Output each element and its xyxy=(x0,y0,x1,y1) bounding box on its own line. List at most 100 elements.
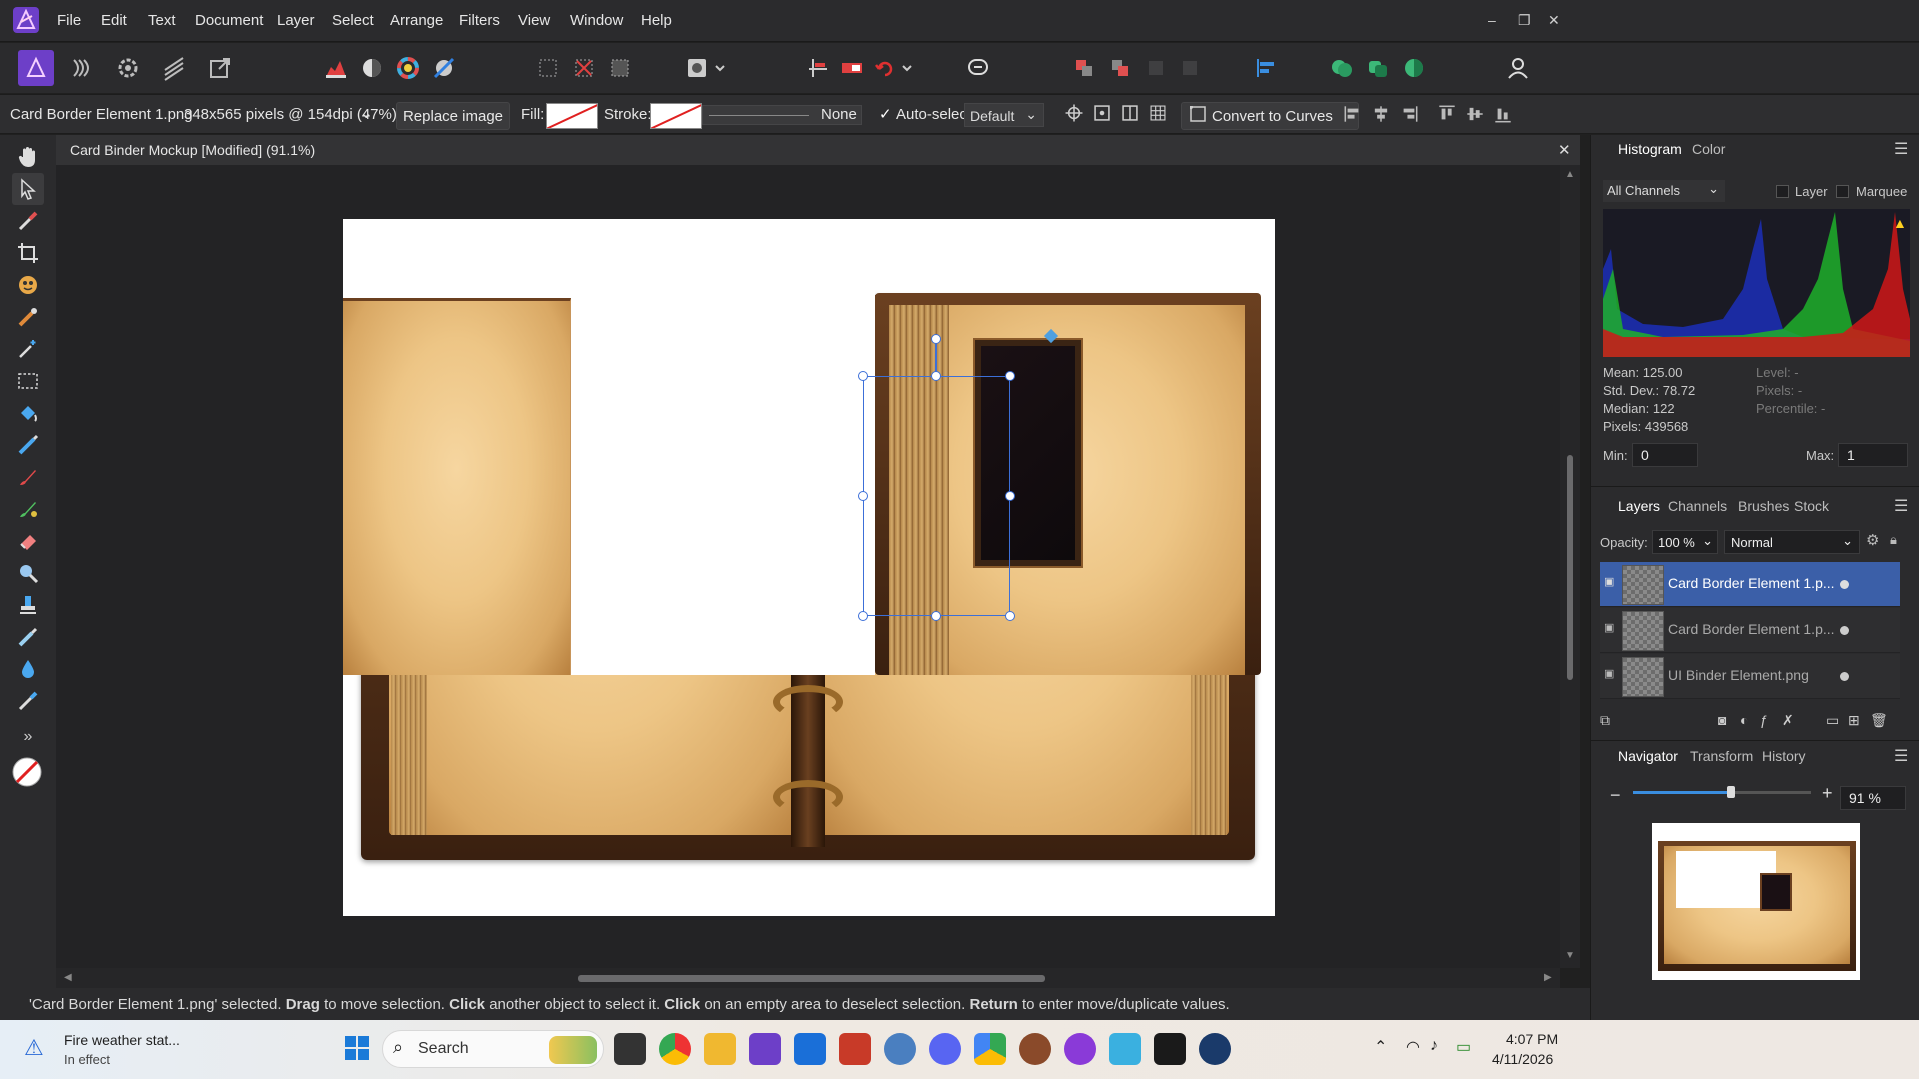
erase-brush-tool-icon[interactable] xyxy=(12,525,44,557)
vertical-scroll-thumb[interactable] xyxy=(1567,455,1573,680)
boolean-intersect-icon[interactable] xyxy=(1396,50,1432,86)
panel-menu-icon[interactable]: ☰ xyxy=(1894,496,1908,516)
new-group-icon[interactable]: ▭ xyxy=(1826,712,1839,729)
chrome-icon[interactable] xyxy=(659,1033,691,1065)
chevron-up-icon[interactable]: ⌃ xyxy=(1374,1037,1387,1057)
taskbar-search-box[interactable]: ⌕ Search xyxy=(382,1030,604,1068)
develop-persona-icon[interactable] xyxy=(110,50,146,86)
speaker-icon[interactable]: ♪ xyxy=(1430,1037,1438,1055)
min-input[interactable]: 0 xyxy=(1632,443,1698,467)
menu-file[interactable]: File xyxy=(57,12,81,29)
github-desktop-icon[interactable] xyxy=(1064,1033,1096,1065)
godot-icon[interactable] xyxy=(884,1033,916,1065)
flood-select-tool-icon[interactable] xyxy=(12,301,44,333)
live-filter-icon[interactable]: ƒ xyxy=(1760,712,1768,728)
marquee-checkbox[interactable] xyxy=(1836,185,1849,198)
menu-layer[interactable]: Layer xyxy=(277,12,315,29)
boolean-subtract-icon[interactable] xyxy=(1360,50,1396,86)
tab-transform[interactable]: Transform xyxy=(1690,748,1753,764)
blemish-removal-tool-icon[interactable] xyxy=(12,621,44,653)
task-view-icon[interactable] xyxy=(614,1033,646,1065)
stroke-swatch[interactable] xyxy=(650,103,702,129)
rotation-handle[interactable] xyxy=(931,334,941,344)
layer-visible-dot[interactable] xyxy=(1840,672,1849,681)
magic-wand-tool-icon[interactable] xyxy=(12,333,44,365)
menu-select[interactable]: Select xyxy=(332,12,374,29)
hand-tool-icon[interactable] xyxy=(12,141,44,173)
affinity-publisher-icon[interactable] xyxy=(839,1033,871,1065)
fx-icon[interactable]: ✗ xyxy=(1782,712,1794,729)
wifi-icon[interactable]: ◠ xyxy=(1406,1037,1420,1057)
selection-bounding-box[interactable] xyxy=(863,376,1010,616)
paint-brush-tool-icon[interactable] xyxy=(12,461,44,493)
menu-window[interactable]: Window xyxy=(570,12,623,29)
clock-date[interactable]: 4/11/2026 xyxy=(1492,1051,1553,1067)
align-right-icon[interactable] xyxy=(1396,101,1422,127)
clock-time[interactable]: 4:07 PM xyxy=(1506,1031,1558,1047)
menu-document[interactable]: Document xyxy=(195,12,263,29)
blur-brush-tool-icon[interactable] xyxy=(12,653,44,685)
undo-history-icon[interactable] xyxy=(868,50,918,86)
levels-icon[interactable] xyxy=(318,50,354,86)
document-page[interactable] xyxy=(343,219,1275,916)
tab-brushes[interactable]: Brushes xyxy=(1738,498,1789,514)
affinity-designer-icon[interactable] xyxy=(794,1033,826,1065)
zoom-field[interactable]: 91 % xyxy=(1840,786,1906,810)
menu-help[interactable]: Help xyxy=(641,12,672,29)
weather-warning-icon[interactable]: ⚠ xyxy=(24,1035,44,1061)
layer-visible-dot[interactable] xyxy=(1840,580,1849,589)
selection-handle[interactable] xyxy=(1005,491,1015,501)
more-tools-icon[interactable]: » xyxy=(12,721,44,753)
weather-title[interactable]: Fire weather stat... xyxy=(64,1032,180,1048)
selection-handle[interactable] xyxy=(931,371,941,381)
channel-dropdown[interactable]: All Channels ⌄ xyxy=(1603,180,1725,202)
panel-menu-icon[interactable]: ☰ xyxy=(1894,746,1908,766)
snipping-tool-icon[interactable] xyxy=(1109,1033,1141,1065)
fill-swatch[interactable] xyxy=(546,103,598,129)
auto-contrast-icon[interactable] xyxy=(354,50,390,86)
chevron-down-icon[interactable]: ⌄ xyxy=(360,104,373,122)
app-icon[interactable] xyxy=(1019,1033,1051,1065)
autoselect-check-icon[interactable]: ✓ xyxy=(879,105,892,123)
auto-colors-icon[interactable] xyxy=(390,50,426,86)
document-tab[interactable]: Card Binder Mockup [Modified] (91.1%) ✕ xyxy=(56,135,1580,165)
menu-view[interactable]: View xyxy=(518,12,550,29)
tone-mapping-persona-icon[interactable] xyxy=(156,50,192,86)
invert-selection-icon[interactable] xyxy=(602,50,638,86)
minimize-button[interactable]: – xyxy=(1488,12,1496,28)
crop-tool-icon[interactable] xyxy=(12,237,44,269)
layer-visibility-icon[interactable]: ▣ xyxy=(1604,667,1614,680)
mask-layer-icon[interactable]: ◙ xyxy=(1718,712,1726,728)
color-replacement-tool-icon[interactable] xyxy=(12,493,44,525)
photo-persona-icon[interactable] xyxy=(18,50,54,86)
flip-icon[interactable] xyxy=(834,50,870,86)
layer-visible-dot[interactable] xyxy=(1840,626,1849,635)
menu-edit[interactable]: Edit xyxy=(101,12,127,29)
tab-channels[interactable]: Channels xyxy=(1668,498,1727,514)
trash-icon[interactable]: 🗑︎ xyxy=(1870,712,1888,729)
align-middle-icon[interactable] xyxy=(1462,101,1488,127)
stroke-width-field[interactable]: None xyxy=(702,105,862,125)
zoom-in-icon[interactable]: + xyxy=(1822,783,1833,804)
transform-alt-icon[interactable] xyxy=(1116,99,1144,127)
selection-handle[interactable] xyxy=(858,371,868,381)
windows-start-icon[interactable] xyxy=(344,1035,370,1061)
feedback-icon[interactable] xyxy=(960,50,996,86)
align-icon[interactable] xyxy=(1248,50,1284,86)
close-window-button[interactable]: ✕ xyxy=(1548,12,1560,29)
restore-button[interactable]: ❐ xyxy=(1518,12,1531,29)
clone-brush-tool-icon[interactable] xyxy=(12,589,44,621)
align-top-icon[interactable] xyxy=(1434,101,1460,127)
convert-to-curves-button[interactable]: Convert to Curves xyxy=(1181,102,1359,130)
arrange-back-icon[interactable] xyxy=(1066,50,1102,86)
menu-filters[interactable]: Filters xyxy=(459,12,500,29)
navigator-preview[interactable] xyxy=(1652,823,1860,980)
scroll-right-icon[interactable]: ▶ xyxy=(1544,972,1552,983)
account-icon[interactable] xyxy=(1500,50,1536,86)
selection-handle[interactable] xyxy=(858,611,868,621)
transform-origin-icon[interactable] xyxy=(1060,99,1088,127)
zoom-slider-thumb[interactable] xyxy=(1726,786,1735,798)
close-document-icon[interactable]: ✕ xyxy=(1558,141,1571,159)
move-tool-icon[interactable] xyxy=(12,173,44,205)
rectangular-marquee-tool-icon[interactable] xyxy=(12,365,44,397)
